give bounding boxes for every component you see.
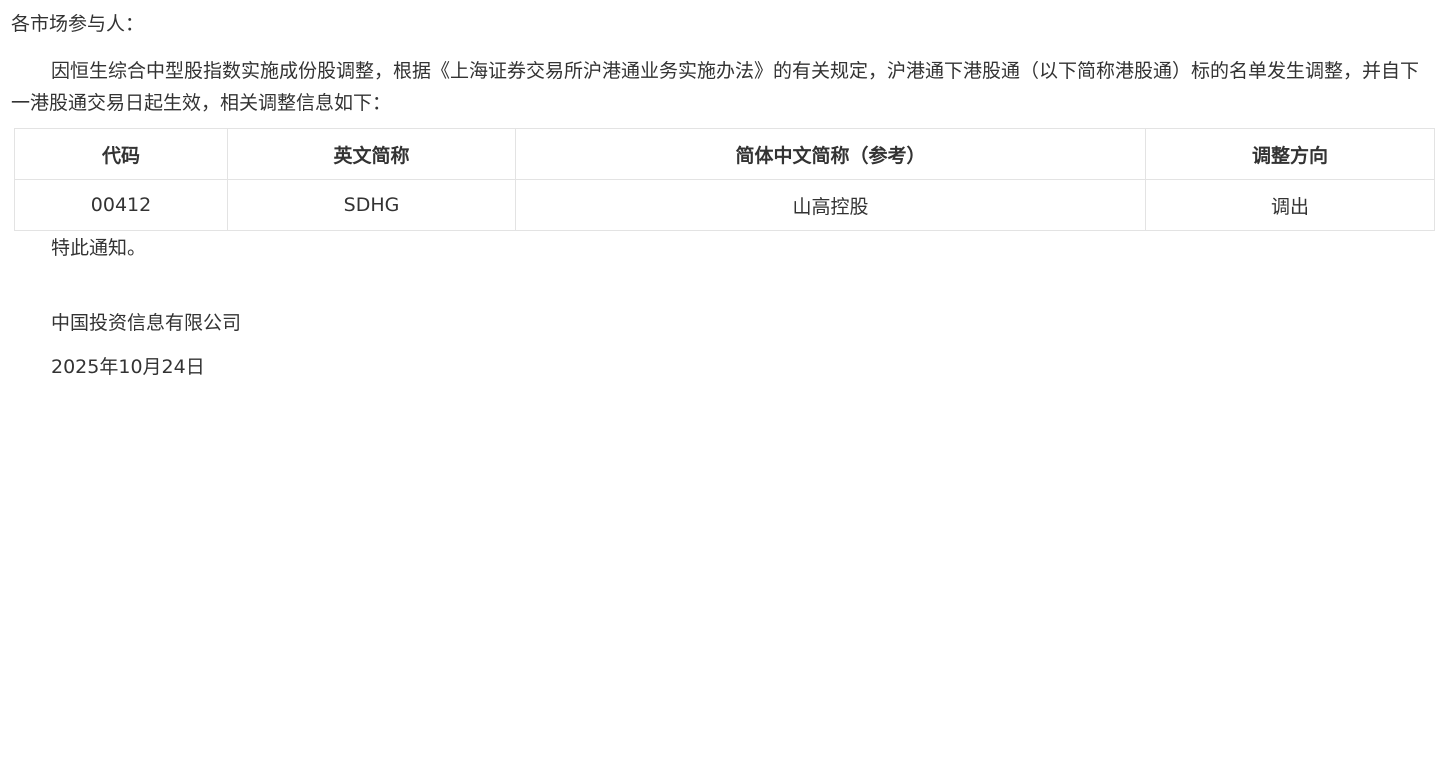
table-header-row: 代码 英文简称 简体中文简称（参考） 调整方向 bbox=[14, 128, 1435, 180]
cell-code: 00412 bbox=[14, 179, 228, 231]
closing-text: 特此通知。 bbox=[51, 237, 147, 259]
cell-english-name: SDHG bbox=[227, 179, 516, 231]
cell-chinese-name: 山高控股 bbox=[515, 179, 1146, 231]
header-chinese-name: 简体中文简称（参考） bbox=[515, 128, 1146, 180]
header-english-name: 英文简称 bbox=[227, 128, 516, 180]
adjustment-table: 代码 英文简称 简体中文简称（参考） 调整方向 00412 SDHG 山高控股 … bbox=[14, 128, 1435, 231]
notice-body: 因恒生综合中型股指数实施成份股调整，根据《上海证券交易所沪港通业务实施办法》的有… bbox=[11, 60, 1420, 114]
greeting: 各市场参与人： bbox=[11, 13, 145, 35]
notice-page: 各市场参与人： 因恒生综合中型股指数实施成份股调整，根据《上海证券交易所沪港通业… bbox=[0, 0, 1437, 780]
header-code: 代码 bbox=[14, 128, 228, 180]
notice-date: 2025年10月24日 bbox=[51, 356, 205, 378]
company-name: 中国投资信息有限公司 bbox=[51, 312, 242, 334]
table-row: 00412 SDHG 山高控股 调出 bbox=[14, 179, 1435, 231]
header-direction: 调整方向 bbox=[1145, 128, 1435, 180]
cell-direction: 调出 bbox=[1145, 179, 1435, 231]
